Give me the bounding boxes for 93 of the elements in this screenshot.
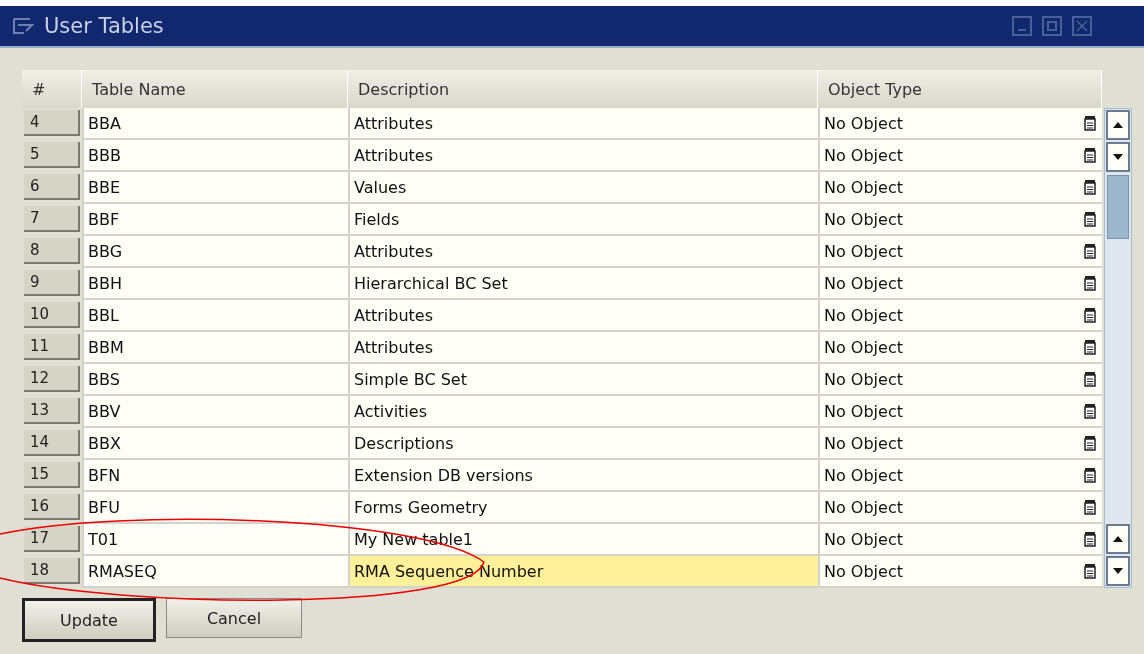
cell-text: No Object — [824, 145, 903, 165]
cell-text: No Object — [824, 433, 903, 453]
cell-text: No Object — [824, 337, 903, 357]
column-header[interactable]: Object Type — [818, 70, 1102, 108]
table-cell: Attributes — [348, 332, 818, 364]
scroll-thumb[interactable] — [1107, 175, 1129, 239]
table-cell: Attributes — [348, 108, 818, 140]
document-icon[interactable] — [1084, 307, 1096, 323]
cell-text: No Object — [824, 465, 903, 485]
down-arrow-icon — [1112, 567, 1124, 575]
table-cell: BBL — [82, 300, 348, 332]
document-icon[interactable] — [1084, 403, 1096, 419]
window-icon — [12, 17, 34, 35]
document-icon[interactable] — [1084, 243, 1096, 259]
table-cell: BFU — [82, 492, 348, 524]
table-cell: BBM — [82, 332, 348, 364]
document-icon[interactable] — [1084, 563, 1096, 579]
cell-text: No Object — [824, 369, 903, 389]
table-cell: Extension DB versions — [348, 460, 818, 492]
up-arrow-icon — [1112, 121, 1124, 129]
scrollbar[interactable] — [1104, 108, 1132, 588]
down-arrow-icon — [1112, 153, 1124, 161]
row-number[interactable]: 7 — [24, 206, 80, 232]
row-number[interactable]: 14 — [24, 430, 80, 456]
table-cell: RMA Sequence Number — [348, 556, 818, 588]
document-icon[interactable] — [1084, 371, 1096, 387]
column-header[interactable]: Table Name — [82, 70, 348, 108]
table-cell: Simple BC Set — [348, 364, 818, 396]
column-header[interactable]: # — [22, 70, 82, 108]
document-icon[interactable] — [1084, 115, 1096, 131]
cell-text: No Object — [824, 241, 903, 261]
row-number[interactable]: 11 — [24, 334, 80, 360]
table-cell: Forms Geometry — [348, 492, 818, 524]
column-header[interactable]: Description — [348, 70, 818, 108]
table-cell: Attributes — [348, 140, 818, 172]
row-number[interactable]: 5 — [24, 142, 80, 168]
table-cell: BBA — [82, 108, 348, 140]
table-cell: Hierarchical BC Set — [348, 268, 818, 300]
row-number[interactable]: 13 — [24, 398, 80, 424]
cell-text: No Object — [824, 497, 903, 517]
table-cell: My New table1 — [348, 524, 818, 556]
table-cell: T01 — [82, 524, 348, 556]
row-number[interactable]: 16 — [24, 494, 80, 520]
cell-text: No Object — [824, 561, 903, 581]
table-cell: BBH — [82, 268, 348, 300]
row-number[interactable]: 6 — [24, 174, 80, 200]
cell-text: No Object — [824, 177, 903, 197]
dialog-button[interactable]: Update — [22, 598, 156, 642]
table-cell: Descriptions — [348, 428, 818, 460]
row-number[interactable]: 8 — [24, 238, 80, 264]
scroll-up-button[interactable] — [1106, 524, 1130, 554]
cell-text: No Object — [824, 113, 903, 133]
window-title: User Tables — [44, 14, 164, 38]
row-number[interactable]: 4 — [24, 110, 80, 136]
table-cell: Attributes — [348, 300, 818, 332]
row-number[interactable]: 10 — [24, 302, 80, 328]
dialog-button[interactable]: Cancel — [166, 598, 302, 638]
cell-text: No Object — [824, 401, 903, 421]
table-cell: RMASEQ — [82, 556, 348, 588]
cell-text: No Object — [824, 273, 903, 293]
table-cell: BBB — [82, 140, 348, 172]
document-icon[interactable] — [1084, 531, 1096, 547]
table-cell: BFN — [82, 460, 348, 492]
document-icon[interactable] — [1084, 179, 1096, 195]
row-number[interactable]: 9 — [24, 270, 80, 296]
document-icon[interactable] — [1084, 467, 1096, 483]
row-number[interactable]: 15 — [24, 462, 80, 488]
row-number[interactable]: 18 — [24, 558, 80, 584]
document-icon[interactable] — [1084, 211, 1096, 227]
table-cell: Activities — [348, 396, 818, 428]
table-cell: BBE — [82, 172, 348, 204]
table-cell: BBX — [82, 428, 348, 460]
scroll-up-button[interactable] — [1106, 110, 1130, 140]
document-icon[interactable] — [1084, 499, 1096, 515]
table-cell: Fields — [348, 204, 818, 236]
document-icon[interactable] — [1084, 339, 1096, 355]
document-icon[interactable] — [1084, 435, 1096, 451]
table-cell: BBV — [82, 396, 348, 428]
table-cell: Attributes — [348, 236, 818, 268]
cell-text: No Object — [824, 305, 903, 325]
row-number[interactable]: 12 — [24, 366, 80, 392]
row-number[interactable]: 17 — [24, 526, 80, 552]
table-cell: BBS — [82, 364, 348, 396]
cell-text: No Object — [824, 529, 903, 549]
table-cell: Values — [348, 172, 818, 204]
table-cell: BBG — [82, 236, 348, 268]
document-icon[interactable] — [1084, 147, 1096, 163]
up-arrow-icon — [1112, 535, 1124, 543]
document-icon[interactable] — [1084, 275, 1096, 291]
table-cell: BBF — [82, 204, 348, 236]
cell-text: No Object — [824, 209, 903, 229]
scroll-down-button[interactable] — [1106, 556, 1130, 586]
scroll-down-button[interactable] — [1106, 142, 1130, 172]
